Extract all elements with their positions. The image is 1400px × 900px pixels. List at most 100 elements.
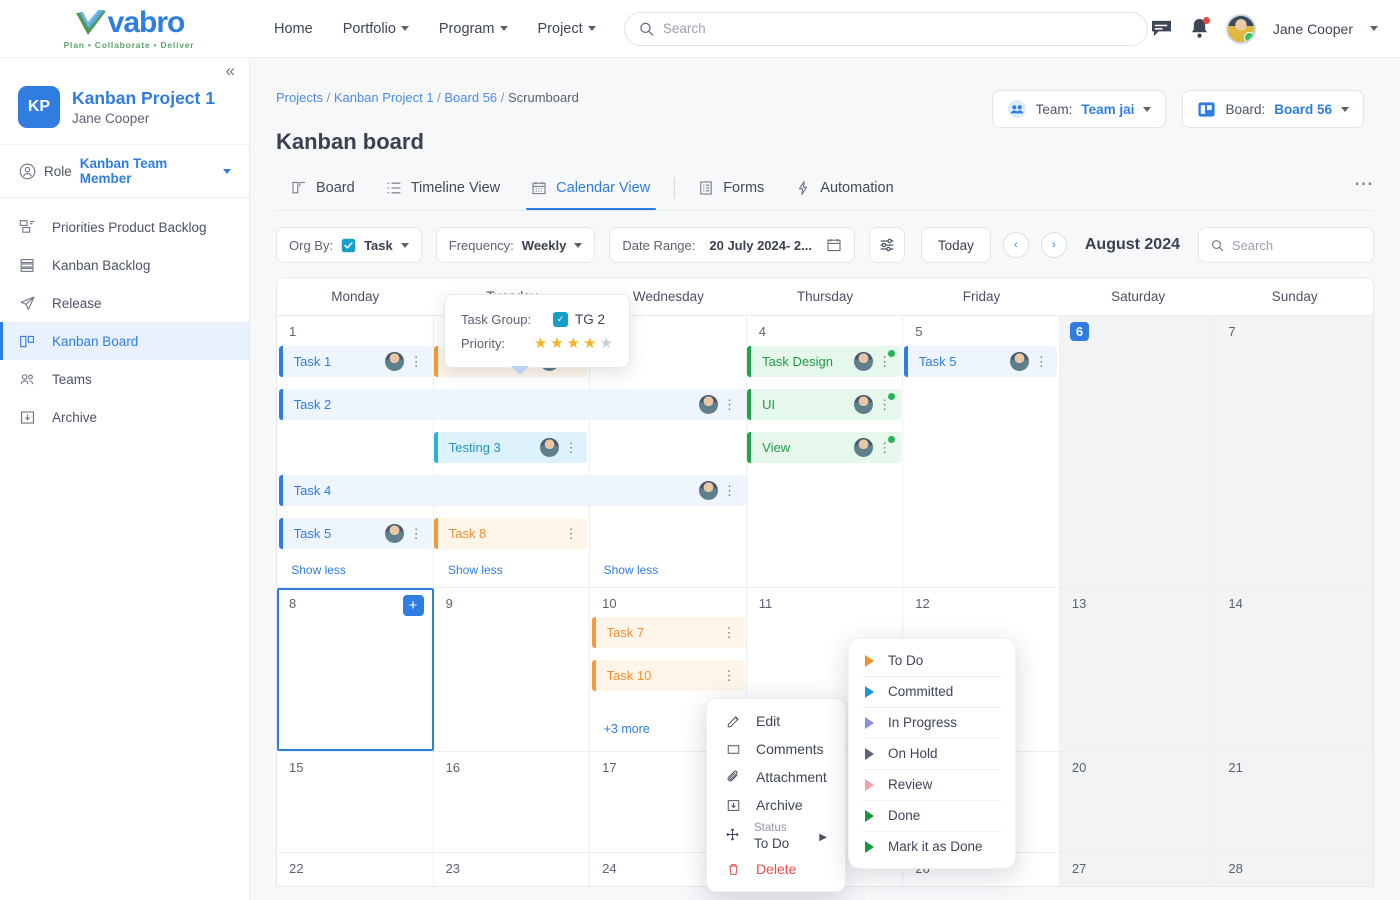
day-cell[interactable]: 15 (277, 752, 434, 852)
more-tasks-link[interactable]: +3 more (604, 722, 650, 736)
frequency-selector[interactable]: Frequency: Weekly (435, 227, 596, 263)
task-bar[interactable]: UI ⋮ (747, 389, 901, 420)
task-menu-icon[interactable]: ⋮ (722, 626, 736, 639)
day-cell[interactable]: 20 (1059, 752, 1217, 852)
task-menu-icon[interactable]: ⋮ (878, 355, 892, 368)
sidebar-item-release[interactable]: Release (0, 284, 249, 322)
context-menu-comments[interactable]: Comments (707, 735, 845, 763)
context-menu-status[interactable]: Status To Do ▶ (707, 819, 845, 855)
task-name: Task 5 (918, 354, 957, 369)
search-input[interactable] (662, 21, 1133, 36)
user-avatar[interactable] (1225, 13, 1256, 44)
day-cell[interactable]: 28 (1216, 853, 1373, 886)
task-menu-icon[interactable]: ⋮ (723, 398, 737, 411)
today-button[interactable]: Today (920, 227, 991, 263)
sidebar-item-archive[interactable]: Archive (0, 398, 249, 436)
tab-calendar-view[interactable]: Calendar View (516, 171, 666, 210)
task-menu-icon[interactable]: ⋮ (878, 398, 892, 411)
task-bar[interactable]: Task 8 ⋮ (433, 518, 588, 549)
nav-item-home[interactable]: Home (272, 17, 315, 41)
status-option-mark-it-as-done[interactable]: Mark it as Done (849, 831, 1015, 862)
sidebar-item-kanban-backlog[interactable]: Kanban Backlog (0, 246, 249, 284)
messages-icon[interactable] (1150, 19, 1173, 38)
brand-logo[interactable]: vabro Plan • Collaborate • Deliver (0, 7, 250, 50)
day-cell[interactable]: 7 (1216, 316, 1373, 587)
task-menu-icon[interactable]: ⋮ (564, 527, 578, 540)
context-menu-edit[interactable]: Edit (707, 707, 845, 735)
chevron-down-icon[interactable] (1370, 26, 1378, 31)
task-bar[interactable]: View ⋮ (747, 432, 901, 463)
context-menu-attachment[interactable]: Attachment (707, 763, 845, 791)
task-bar[interactable]: Testing 3 ⋮ (433, 432, 588, 463)
task-avatar (853, 352, 873, 371)
calendar-search[interactable] (1198, 227, 1374, 263)
task-menu-icon[interactable]: ⋮ (409, 527, 423, 540)
org-by-selector[interactable]: Org By: Task (276, 227, 422, 263)
task-menu-icon[interactable]: ⋮ (723, 484, 737, 497)
tab-board[interactable]: Board (276, 171, 371, 210)
next-month-button[interactable]: › (1040, 232, 1067, 258)
status-option-review[interactable]: Review (849, 769, 1015, 800)
day-cell[interactable]: 13 (1059, 588, 1217, 751)
nav-item-project[interactable]: Project (536, 17, 598, 41)
task-bar[interactable]: Task 5 ⋮ (903, 346, 1058, 377)
day-cell[interactable]: 22 (277, 853, 434, 886)
day-cell[interactable]: 16 (434, 752, 591, 852)
filter-settings-button[interactable] (869, 227, 905, 263)
day-cell[interactable]: 23 (434, 853, 591, 886)
day-cell[interactable]: 9 (434, 588, 591, 751)
task-menu-icon[interactable]: ⋮ (409, 355, 423, 368)
team-selector[interactable]: Team: Team jai (991, 90, 1167, 128)
task-bar[interactable]: Task Design ⋮ (747, 346, 901, 377)
day-cell[interactable]: 27 (1059, 853, 1217, 886)
day-cell-today[interactable]: 6 (1059, 316, 1217, 587)
calendar-search-input[interactable] (1231, 237, 1361, 253)
notifications-icon[interactable] (1190, 17, 1210, 39)
task-menu-icon[interactable]: ⋮ (564, 441, 578, 454)
status-option-done[interactable]: Done (849, 800, 1015, 831)
add-task-button[interactable]: + (402, 595, 424, 616)
show-less-link[interactable]: Show less (604, 563, 659, 577)
status-option-committed[interactable]: Committed (849, 676, 1015, 707)
board-selector[interactable]: Board: Board 56 (1182, 90, 1364, 128)
sidebar-item-teams[interactable]: Teams (0, 360, 249, 398)
day-cell[interactable]: 14 (1216, 588, 1373, 751)
tabs-overflow-button[interactable]: ⋯ (1354, 173, 1374, 196)
tab-automation[interactable]: Automation (780, 171, 909, 210)
prev-month-button[interactable]: ‹ (1002, 232, 1029, 258)
task-bar[interactable]: Task 4 ⋮ (278, 475, 746, 506)
status-option-on-hold[interactable]: On Hold (849, 738, 1015, 769)
date-range-selector[interactable]: Date Range: 20 July 2024- 2... (609, 227, 855, 263)
show-less-link[interactable]: Show less (448, 563, 503, 577)
task-bar[interactable]: Task 10 ⋮ (591, 660, 745, 691)
day-cell[interactable]: 21 (1216, 752, 1373, 852)
collapse-sidebar-button[interactable]: « (226, 61, 235, 81)
role-value[interactable]: Kanban Team Member (80, 156, 231, 186)
context-menu-delete[interactable]: Delete (707, 855, 845, 883)
tooltip-task-group-row: Task Group: ✓ TG 2 (461, 307, 613, 331)
status-option-to-do[interactable]: To Do (849, 645, 1015, 676)
task-menu-icon[interactable]: ⋮ (722, 669, 736, 682)
task-bar[interactable]: Task 1 ⋮ (278, 346, 433, 377)
sidebar-item-kanban-board[interactable]: Kanban Board (0, 322, 249, 360)
tab-timeline-view[interactable]: Timeline View (371, 171, 516, 210)
task-bar[interactable]: Task 5 ⋮ (278, 518, 433, 549)
show-less-link[interactable]: Show less (291, 563, 346, 577)
status-option-in-progress[interactable]: In Progress (849, 707, 1015, 738)
context-menu-archive[interactable]: Archive (707, 791, 845, 819)
role-row[interactable]: Role Kanban Team Member (0, 145, 249, 198)
day-number: 7 (1228, 324, 1236, 339)
breadcrumb-board[interactable]: Board 56 (444, 90, 497, 105)
sidebar-item-priorities-product-backlog[interactable]: Priorities Product Backlog (0, 208, 249, 246)
breadcrumb-project[interactable]: Kanban Project 1 (334, 90, 434, 105)
day-cell-selected[interactable]: 8 + (277, 588, 434, 751)
tab-forms[interactable]: Forms (683, 171, 780, 210)
task-bar[interactable]: Task 7 ⋮ (591, 617, 745, 648)
nav-item-program[interactable]: Program (437, 17, 510, 41)
task-menu-icon[interactable]: ⋮ (878, 441, 892, 454)
breadcrumb-projects[interactable]: Projects (276, 90, 323, 105)
task-menu-icon[interactable]: ⋮ (1034, 355, 1048, 368)
task-bar[interactable]: Task 2 ⋮ (278, 389, 746, 420)
global-search[interactable] (623, 11, 1148, 46)
nav-item-portfolio[interactable]: Portfolio (341, 17, 411, 41)
